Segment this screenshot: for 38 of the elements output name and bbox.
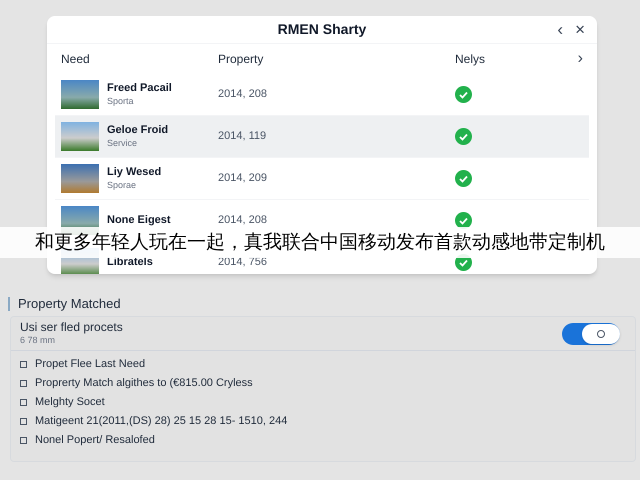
photo-placeholder — [61, 164, 99, 193]
table-cell-text: 2014, 119 — [218, 129, 268, 144]
table-cell-text: 2014, 208 — [218, 213, 268, 228]
column-header: Nelys — [455, 51, 486, 68]
option-label: Proprerty Match algithes to (€815.00 Cryless — [35, 376, 253, 392]
toggle-switch[interactable] — [562, 322, 620, 344]
back-button[interactable]: ‹ — [557, 20, 564, 40]
window-title: RMEN Sharty — [278, 20, 366, 39]
table-cell-text: 2014, 209 — [218, 171, 268, 186]
setting-sublabel: 6 78 mm — [20, 334, 56, 346]
row-title: Freed Pacail — [107, 82, 172, 94]
checkbox[interactable] — [20, 361, 27, 368]
row-title: None Eigest — [107, 214, 171, 227]
section-title: Property Matched — [18, 295, 121, 314]
photo-placeholder — [61, 122, 99, 151]
column-header: Property — [218, 51, 264, 68]
row-title: Libratels — [107, 256, 153, 269]
option-label: Matigeent 21(2011,(DS) 28) 25 15 28 15- 1510, 244 — [35, 414, 288, 430]
checkbox[interactable] — [20, 418, 27, 425]
row-subtitle: Service — [107, 136, 138, 150]
next-button[interactable]: › — [578, 47, 583, 71]
checkbox[interactable] — [20, 399, 27, 406]
checkbox[interactable] — [20, 437, 27, 444]
table-cell-text: 2014, 208 — [218, 87, 268, 102]
table-cell-text: 2014, 756 — [218, 255, 268, 270]
row-title: Geloe Froid — [107, 124, 168, 136]
row-subtitle: Sporae — [107, 178, 138, 192]
option-label: Propet Flee Last Need — [35, 357, 146, 372]
option-label: Nonel Popert/ Resalofed — [35, 433, 155, 448]
option-label: Melghty Socet — [35, 395, 105, 410]
row-title: Liy Wesed — [107, 166, 162, 178]
table-row[interactable]: Geloe Froid Service 2014, 119 — [55, 116, 589, 158]
checkbox[interactable] — [20, 380, 27, 387]
column-header: Need — [61, 51, 91, 68]
row-subtitle: Sporta — [107, 94, 135, 108]
setting-label: Usi ser fled procets — [20, 320, 123, 334]
close-button[interactable]: × — [575, 20, 585, 40]
photo-placeholder — [61, 80, 99, 109]
